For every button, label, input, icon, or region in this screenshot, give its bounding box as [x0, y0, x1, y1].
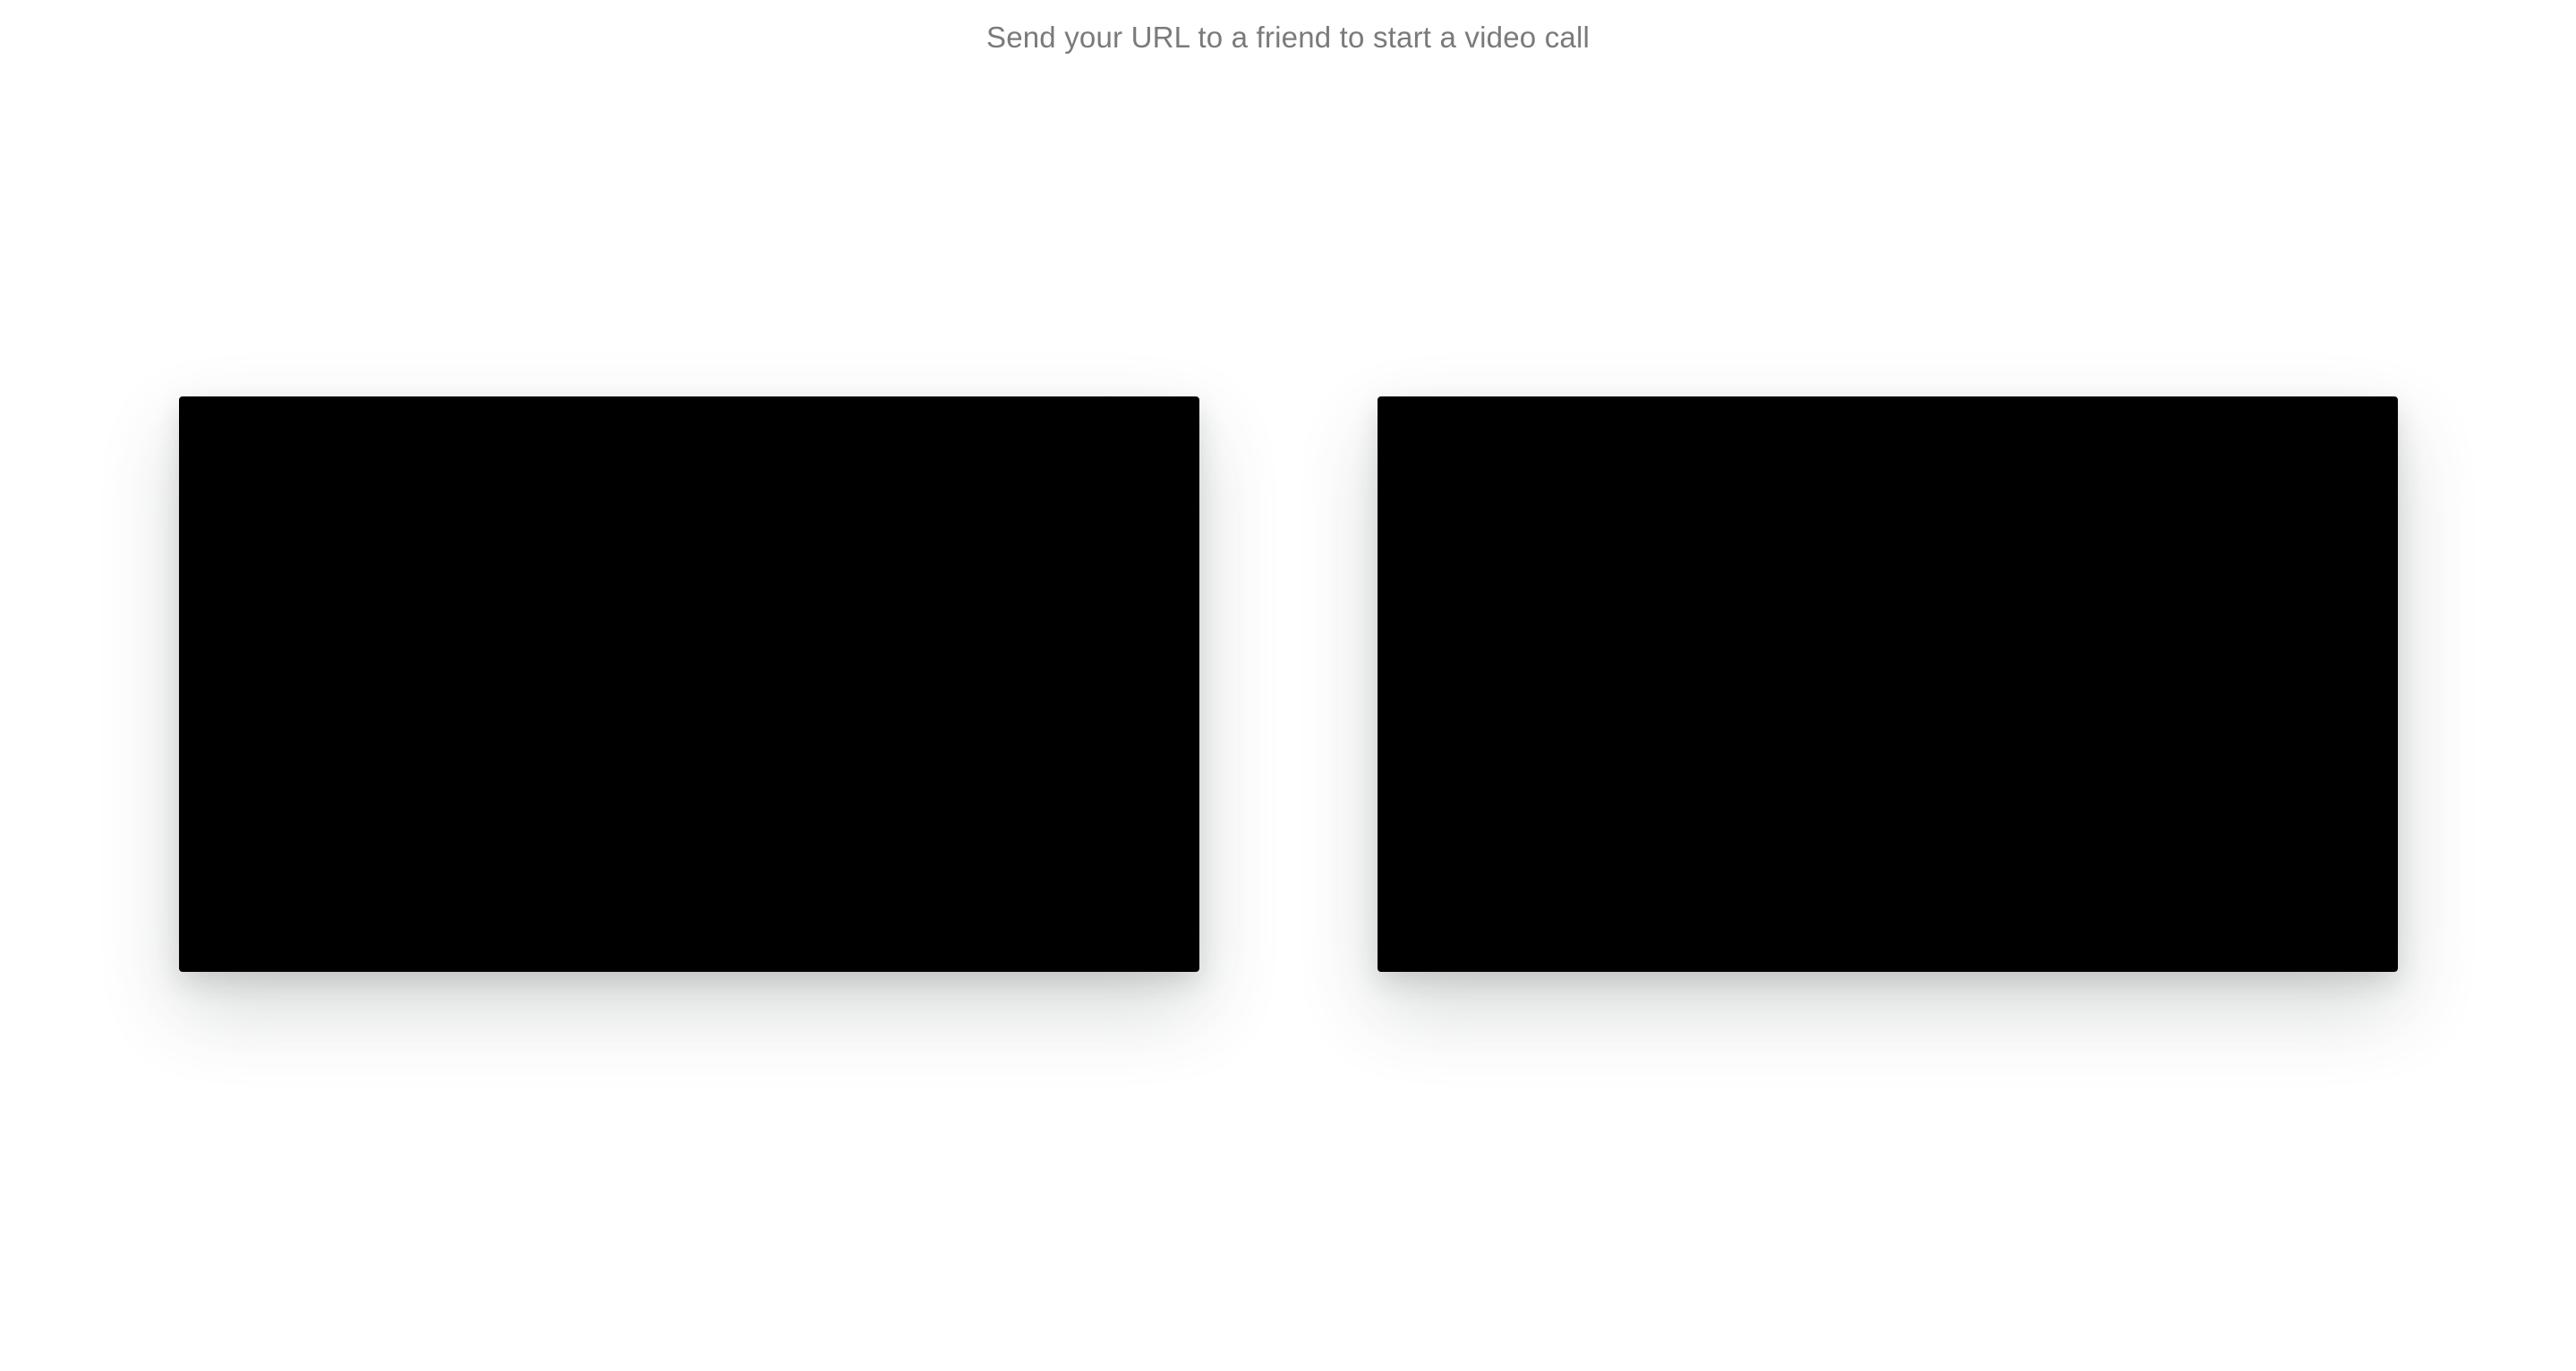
remote-video — [1378, 396, 2398, 972]
local-video — [179, 396, 1199, 972]
share-url-instruction: Send your URL to a friend to start a vid… — [985, 21, 1591, 54]
video-call-page: Send your URL to a friend to start a vid… — [0, 0, 2576, 1371]
